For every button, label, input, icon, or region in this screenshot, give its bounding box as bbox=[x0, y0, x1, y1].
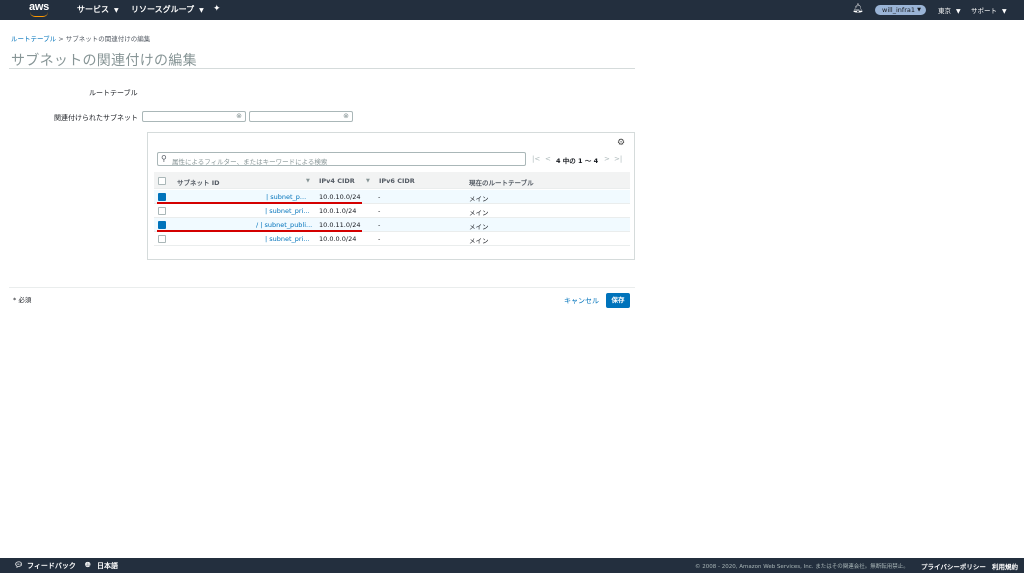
required-note: * 必須 bbox=[13, 296, 32, 304]
last-page-icon[interactable]: >| bbox=[614, 155, 622, 163]
next-page-icon[interactable]: > bbox=[604, 155, 610, 163]
clear-icon[interactable]: ⊗ bbox=[343, 112, 349, 120]
filter-input[interactable]: ⚲ 属性によるフィルター、またはキーワードによる検索 bbox=[157, 152, 526, 166]
red-annotation-underline bbox=[157, 202, 362, 204]
ipv4-cidr: 10.0.10.0/24 bbox=[319, 193, 361, 201]
resource-groups-label: リソースグループ bbox=[131, 5, 195, 14]
table-row[interactable]: | subnet_pri... 10.0.1.0/24 - メイン bbox=[154, 204, 630, 218]
chevron-down-icon: ▼ bbox=[917, 7, 921, 13]
ipv4-cidr: 10.0.0.0/24 bbox=[319, 235, 357, 243]
ipv6-cidr: - bbox=[378, 221, 381, 229]
first-page-icon[interactable]: |< bbox=[532, 155, 540, 163]
chevron-down-icon: ▼ bbox=[1002, 8, 1007, 15]
cancel-button[interactable]: キャンセル bbox=[564, 296, 599, 306]
save-button[interactable]: 保存 bbox=[606, 293, 630, 308]
ipv4-cidr: 10.0.1.0/24 bbox=[319, 207, 357, 215]
pagination-text: 4 中の 1 ～ 4 bbox=[556, 157, 599, 165]
bell-icon[interactable]: 🔔︎ bbox=[852, 4, 863, 14]
user-name: will_infra1 bbox=[882, 6, 915, 14]
breadcrumb-route-tables-link[interactable]: ルートテーブル bbox=[11, 35, 56, 43]
support-menu[interactable]: サポート ▼ bbox=[971, 5, 1007, 15]
ipv6-cidr: - bbox=[378, 235, 381, 243]
column-ipv6-cidr[interactable]: IPv6 CIDR bbox=[379, 177, 415, 185]
copyright-text: © 2008 - 2020, Amazon Web Services, Inc.… bbox=[695, 564, 909, 570]
table-row[interactable]: | subnet_pri... 10.0.0.0/24 - メイン bbox=[154, 232, 630, 246]
breadcrumb-separator: > bbox=[58, 35, 64, 43]
associated-subnet-select-1[interactable]: ⊗ bbox=[142, 111, 246, 122]
aws-logo[interactable]: aws bbox=[28, 1, 54, 19]
pin-icon[interactable]: ✦ bbox=[213, 4, 221, 14]
support-label: サポート bbox=[971, 7, 997, 15]
ipv4-cidr: 10.0.11.0/24 bbox=[319, 221, 361, 229]
feedback-icon[interactable]: 💬︎ bbox=[14, 561, 23, 569]
route-table-value: メイン bbox=[469, 195, 489, 203]
column-ipv4-cidr[interactable]: IPv4 CIDR bbox=[319, 177, 355, 185]
gear-icon[interactable]: ⚙ bbox=[617, 138, 625, 148]
chevron-down-icon: ▼ bbox=[956, 8, 961, 15]
services-label: サービス bbox=[77, 5, 109, 14]
region-menu[interactable]: 東京 ▼ bbox=[938, 5, 961, 15]
services-menu[interactable]: サービス ▼ bbox=[77, 4, 119, 15]
chevron-down-icon: ▼ bbox=[199, 7, 204, 14]
chevron-down-icon: ▼ bbox=[114, 7, 119, 14]
subnet-id-link[interactable]: / | subnet_publi... bbox=[256, 221, 312, 229]
subnet-id-link[interactable]: | subnet_p... bbox=[266, 193, 306, 201]
red-annotation-underline bbox=[157, 230, 362, 232]
clear-icon[interactable]: ⊗ bbox=[236, 112, 242, 120]
subnet-id-link[interactable]: | subnet_pri... bbox=[265, 235, 310, 243]
route-table-value: メイン bbox=[469, 237, 489, 245]
column-current-route-table[interactable]: 現在のルートテーブル bbox=[469, 177, 534, 187]
globe-icon[interactable]: 🌐︎ bbox=[85, 561, 91, 570]
column-subnet-id[interactable]: サブネット ID bbox=[177, 177, 220, 187]
row-checkbox[interactable] bbox=[158, 207, 166, 215]
footer: 💬︎ フィードバック 🌐︎ 日本語 © 2008 - 2020, Amazon … bbox=[0, 558, 1024, 573]
top-navigation: aws サービス ▼ リソースグループ ▼ ✦ 🔔︎ will_infra1 ▼ 東京… bbox=[0, 0, 1024, 20]
table-header: サブネット ID ▼ IPv4 CIDR ▼ IPv6 CIDR 現在のルートテ… bbox=[154, 172, 630, 189]
title-divider bbox=[9, 68, 635, 69]
aws-smile-icon bbox=[30, 12, 48, 17]
language-selector[interactable]: 日本語 bbox=[97, 561, 118, 571]
row-checkbox[interactable] bbox=[158, 221, 166, 229]
route-table-value: メイン bbox=[469, 223, 489, 231]
row-checkbox[interactable] bbox=[158, 193, 166, 201]
associated-subnet-select-2[interactable]: ⊗ bbox=[249, 111, 353, 122]
associated-subnets-label: 関連付けられたサブネット bbox=[54, 114, 138, 122]
select-all-checkbox[interactable] bbox=[158, 177, 166, 185]
page-title: サブネットの関連付けの編集 bbox=[11, 53, 197, 69]
sort-icon[interactable]: ▼ bbox=[366, 178, 370, 184]
ipv6-cidr: - bbox=[378, 193, 381, 201]
resource-groups-menu[interactable]: リソースグループ ▼ bbox=[131, 4, 204, 15]
region-label: 東京 bbox=[938, 7, 951, 15]
route-table-value: メイン bbox=[469, 209, 489, 217]
row-checkbox[interactable] bbox=[158, 235, 166, 243]
privacy-policy-link[interactable]: プライバシーポリシー bbox=[921, 561, 986, 571]
user-menu[interactable]: will_infra1 ▼ bbox=[875, 5, 926, 15]
ipv6-cidr: - bbox=[378, 207, 381, 215]
route-table-label: ルートテーブル bbox=[89, 89, 138, 97]
sort-icon[interactable]: ▼ bbox=[306, 178, 310, 184]
prev-page-icon[interactable]: < bbox=[545, 155, 551, 163]
breadcrumb-current: サブネットの関連付けの編集 bbox=[65, 35, 151, 43]
filter-placeholder: 属性によるフィルター、またはキーワードによる検索 bbox=[172, 158, 328, 166]
terms-link[interactable]: 利用規約 bbox=[992, 561, 1018, 571]
breadcrumb: ルートテーブル > サブネットの関連付けの編集 bbox=[11, 33, 150, 43]
feedback-link[interactable]: フィードバック bbox=[27, 561, 76, 571]
subnet-id-link[interactable]: | subnet_pri... bbox=[265, 207, 310, 215]
search-icon: ⚲ bbox=[161, 154, 167, 163]
action-divider bbox=[9, 287, 635, 288]
